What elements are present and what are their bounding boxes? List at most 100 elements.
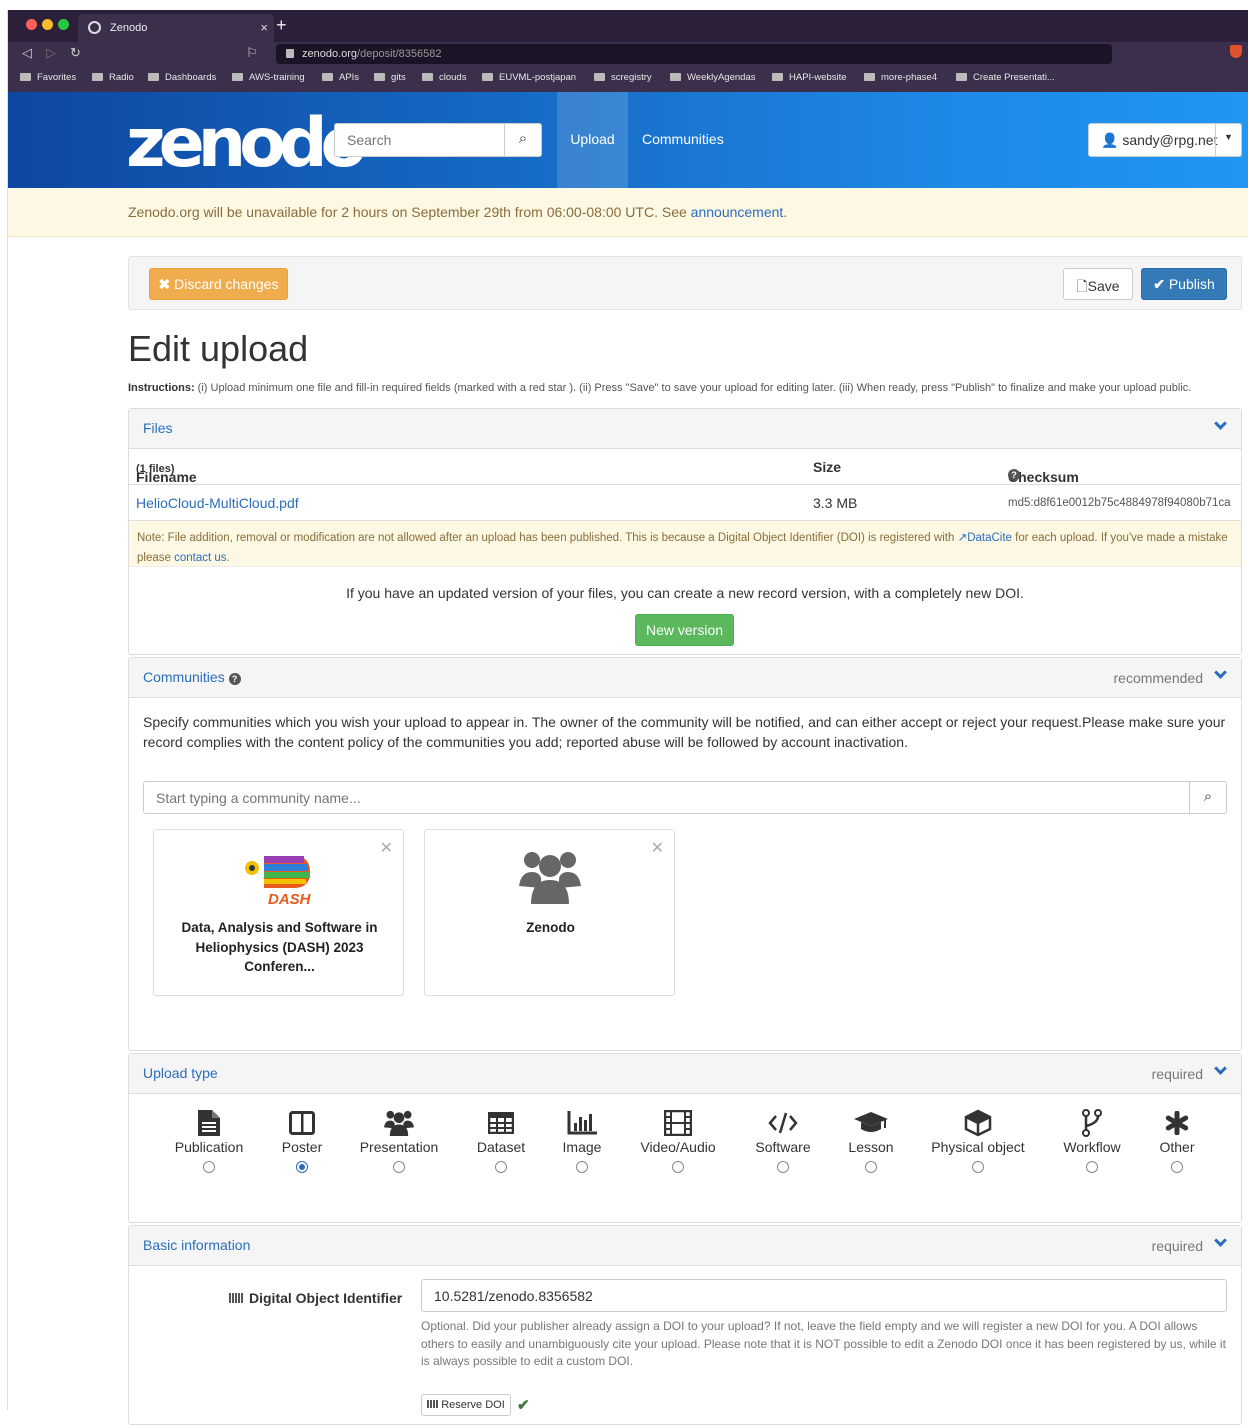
files-heading: Files <box>143 420 173 436</box>
new-tab-icon[interactable]: + <box>276 15 287 36</box>
browser-tab[interactable]: Zenodo × <box>78 14 274 42</box>
bookmark-item[interactable]: Radio <box>92 72 134 83</box>
bookmark-item[interactable]: scregistry <box>594 72 652 83</box>
bookmark-item[interactable]: gits <box>374 72 406 83</box>
datacite-label: DataCite <box>967 532 1012 544</box>
upload-type-lesson[interactable]: Lesson <box>811 1108 931 1173</box>
chevron-down-icon[interactable] <box>1214 666 1227 679</box>
recommended-badge: recommended <box>1113 670 1204 686</box>
reload-icon[interactable]: ↻ <box>70 45 81 61</box>
search-icon[interactable]: ⌕ <box>504 124 541 156</box>
bookmark-item[interactable]: HAPI-website <box>772 72 847 83</box>
datacite-link[interactable]: ↗DataCite <box>958 532 1012 544</box>
upload-type-radio[interactable] <box>203 1161 215 1173</box>
forward-icon[interactable]: ▷ <box>46 45 56 61</box>
contact-us-link[interactable]: contact us <box>174 552 226 564</box>
bookmark-item[interactable]: AWS-training <box>232 72 305 83</box>
search-input[interactable] <box>335 124 505 156</box>
times-icon: ✖ <box>158 276 171 292</box>
upload-type-radio[interactable] <box>1171 1161 1183 1173</box>
bookmark-item[interactable]: APIs <box>322 72 359 83</box>
upload-type-radio[interactable] <box>1086 1161 1098 1173</box>
bookmark-item[interactable]: clouds <box>422 72 466 83</box>
brave-shield-icon[interactable] <box>1230 45 1242 58</box>
files-note: Note: File addition, removal or modifica… <box>129 521 1241 567</box>
nav-communities[interactable]: Communities <box>642 131 724 147</box>
bookmark-item[interactable]: Create Presentati... <box>956 72 1055 83</box>
notice-end: . <box>783 204 788 220</box>
publish-label: Publish <box>1168 276 1215 292</box>
notice-text: Zenodo.org will be unavailable for 2 hou… <box>128 204 691 220</box>
upload-type-video-audio[interactable]: Video/Audio <box>618 1108 738 1173</box>
basic-info-panel: Basic information required Digital Object… <box>128 1225 1242 1425</box>
user-email: sandy@rpg.net <box>1122 132 1218 148</box>
community-search-input[interactable] <box>144 782 1184 813</box>
doi-input[interactable] <box>421 1279 1227 1312</box>
folder-icon <box>92 73 103 81</box>
minimize-window-dot[interactable] <box>42 19 53 30</box>
chevron-down-icon[interactable] <box>1214 1234 1227 1247</box>
community-name: Zenodo <box>526 920 575 935</box>
back-icon[interactable]: ◁ <box>22 45 32 61</box>
save-button[interactable]: 🗋Save <box>1063 268 1133 300</box>
zenodo-logo[interactable]: zenodo <box>126 104 367 183</box>
upload-type-radio[interactable] <box>672 1161 684 1173</box>
new-version-text: If you have an updated version of your f… <box>346 585 1024 601</box>
remove-community-icon[interactable]: ✕ <box>651 838 664 858</box>
discard-changes-button[interactable]: ✖ Discard changes <box>149 268 288 300</box>
publish-button[interactable]: ✔ Publish <box>1141 268 1227 300</box>
remove-community-icon[interactable]: ✕ <box>380 838 393 858</box>
announcement-link[interactable]: announcement <box>691 204 784 220</box>
url-host: zenodo.org <box>302 48 358 60</box>
bookmark-item[interactable]: EUVML-postjapan <box>482 72 576 83</box>
user-menu-button[interactable]: 👤 sandy@rpg.net ▼ <box>1088 123 1242 157</box>
nav-upload[interactable]: Upload <box>557 92 628 188</box>
reserve-doi-button[interactable]: Reserve DOI <box>421 1394 511 1416</box>
files-panel-header[interactable]: Files <box>129 409 1241 449</box>
chevron-down-icon[interactable] <box>1214 417 1227 430</box>
search-icon[interactable]: ⌕ <box>1189 782 1226 813</box>
upload-type-physical-object[interactable]: Physical object <box>918 1108 1038 1173</box>
site-header: zenodo ⌕ Upload Communities 👤 sandy@rpg.… <box>8 92 1248 188</box>
upload-type-radio[interactable] <box>296 1161 308 1173</box>
new-version-button[interactable]: New version <box>635 614 734 646</box>
film-icon <box>618 1108 738 1138</box>
group-icon <box>519 852 581 904</box>
barcode-icon <box>427 1400 439 1408</box>
bookmark-item[interactable]: Dashboards <box>148 72 216 83</box>
communities-description: Specify communities which you wish your … <box>143 714 1226 750</box>
upload-type-panel-header[interactable]: Upload type required <box>129 1054 1241 1094</box>
bookmarks-bar: Favorites Radio Dashboards AWS-training APIs… <box>8 66 1248 92</box>
communities-panel-header[interactable]: Communities ? recommended <box>129 658 1241 698</box>
question-circle-icon[interactable]: ? <box>228 673 241 685</box>
url-field[interactable]: zenodo.org/deposit/8356582 <box>276 44 1112 64</box>
question-circle-icon[interactable]: ? <box>1008 469 1020 481</box>
url-path: /deposit/8356582 <box>357 48 442 60</box>
chevron-down-icon[interactable] <box>1214 1062 1227 1075</box>
upload-type-panel: Upload type required Publication Poster Pre… <box>128 1053 1242 1223</box>
file-link[interactable]: HelioCloud-MultiCloud.pdf <box>136 495 299 511</box>
close-window-dot[interactable] <box>26 19 37 30</box>
user-icon: 👤 <box>1101 132 1119 148</box>
bookmark-item[interactable]: WeeklyAgendas <box>670 72 755 83</box>
upload-type-radio[interactable] <box>393 1161 405 1173</box>
caret-down-icon[interactable]: ▼ <box>1215 124 1241 156</box>
instructions-label: Instructions: <box>128 382 195 394</box>
community-card-zenodo: ✕ Zenodo <box>424 829 675 996</box>
basic-info-panel-header[interactable]: Basic information required <box>129 1226 1241 1266</box>
upload-type-radio[interactable] <box>865 1161 877 1173</box>
bookmark-item[interactable]: Favorites <box>20 72 76 83</box>
upload-type-radio[interactable] <box>972 1161 984 1173</box>
tab-close-icon[interactable]: × <box>260 20 268 35</box>
bookmark-label: Create Presentati... <box>973 72 1055 83</box>
upload-type-radio[interactable] <box>777 1161 789 1173</box>
bookmark-label: Dashboards <box>165 72 217 83</box>
instructions-text: (i) Upload minimum one file and fill-in … <box>194 382 1192 394</box>
header-search: ⌕ <box>334 123 542 157</box>
bookmark-item[interactable]: more-phase4 <box>864 72 937 83</box>
upload-type-radio[interactable] <box>495 1161 507 1173</box>
maximize-window-dot[interactable] <box>58 19 69 30</box>
upload-type-other[interactable]: Other <box>1117 1108 1237 1173</box>
bookmark-icon[interactable]: ⚐ <box>246 45 258 61</box>
upload-type-radio[interactable] <box>576 1161 588 1173</box>
